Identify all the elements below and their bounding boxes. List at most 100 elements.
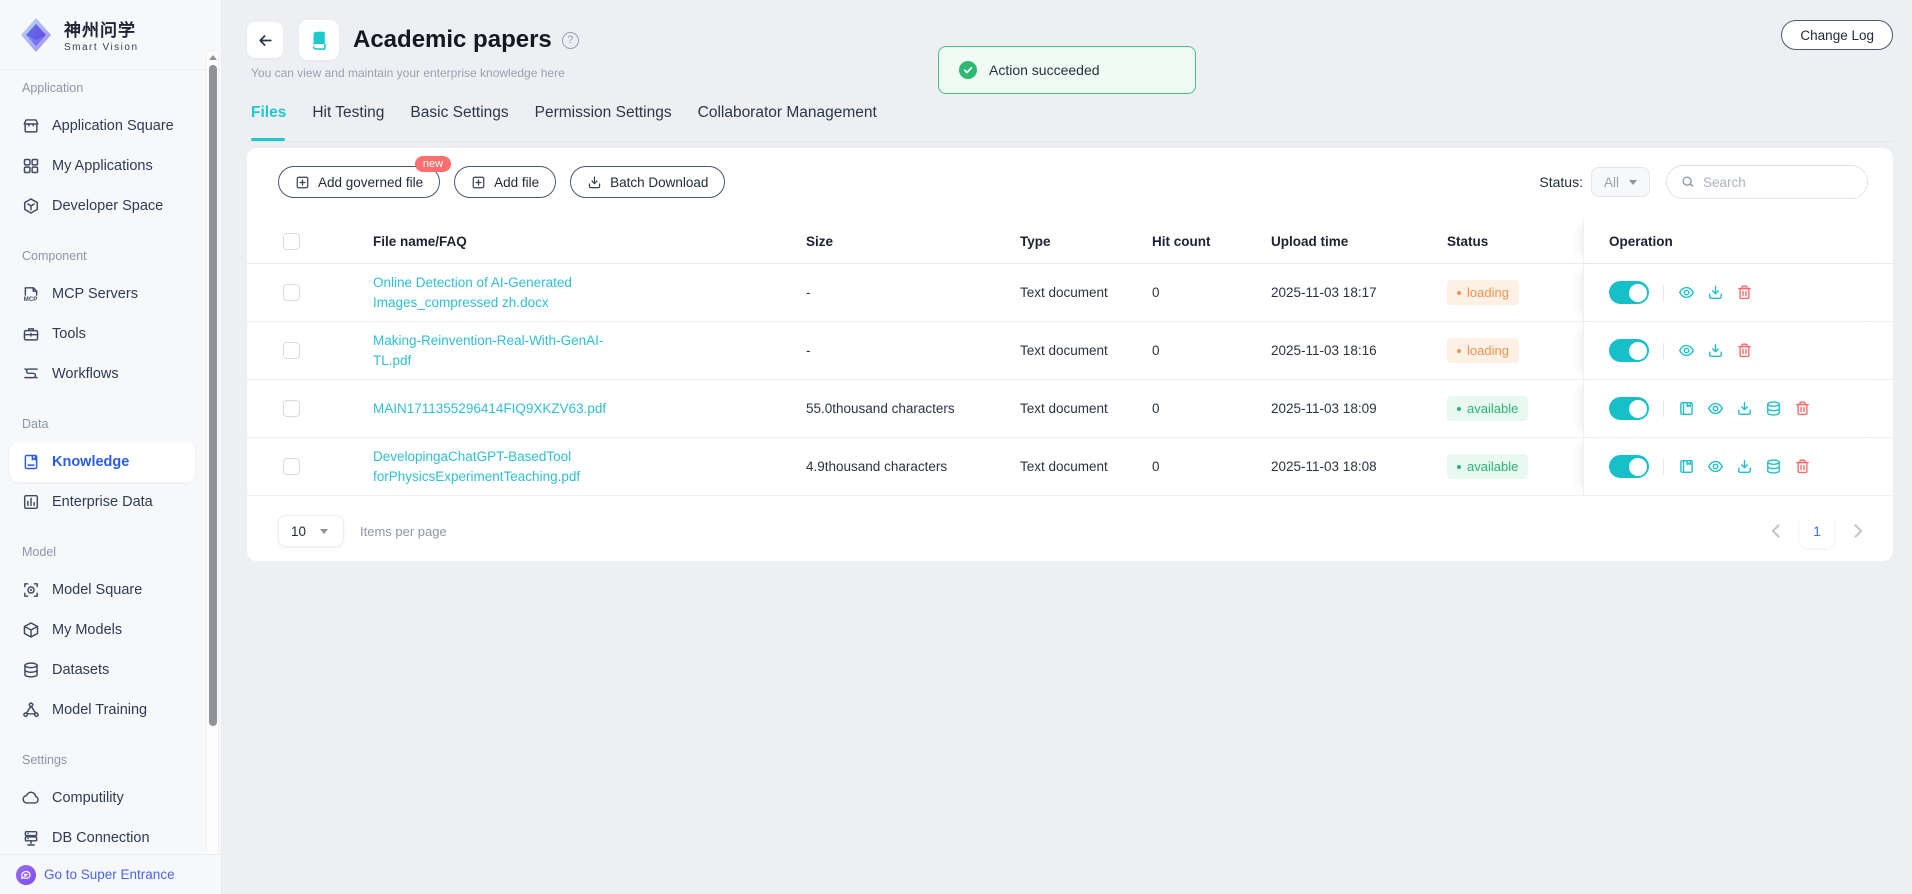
check-circle-icon [959, 61, 977, 79]
page-title: Academic papers [353, 26, 552, 54]
size-cell: 4.9thousand characters [806, 459, 1020, 474]
delete-icon[interactable] [1794, 400, 1811, 417]
sidebar-section: ModelModel SquareMy ModelsDatasetsModel … [0, 542, 205, 730]
plus-square-icon [295, 175, 310, 190]
book-icon[interactable] [1678, 458, 1695, 475]
add-file-button[interactable]: Add file [454, 166, 556, 198]
type-cell: Text document [1020, 285, 1152, 300]
change-log-button[interactable]: Change Log [1781, 20, 1893, 50]
view-icon[interactable] [1707, 458, 1724, 475]
type-cell: Text document [1020, 401, 1152, 416]
view-icon[interactable] [1707, 400, 1724, 417]
download-icon[interactable] [1736, 400, 1753, 417]
operation-cell [1583, 264, 1893, 321]
upload-time-cell: 2025-11-03 18:17 [1271, 285, 1447, 300]
sidebar-section-label: Settings [22, 750, 205, 770]
file-name-link[interactable]: MAIN1711355296414FIQ9XKZV63.pdf [373, 399, 606, 419]
sidebar-item-label: Computility [52, 790, 124, 806]
database-icon[interactable] [1765, 458, 1782, 475]
sidebar-item-workflows[interactable]: Workflows [0, 354, 205, 394]
sidebar-item-label: Enterprise Data [52, 494, 153, 510]
row-checkbox[interactable] [283, 400, 300, 417]
row-checkbox[interactable] [283, 458, 300, 475]
enable-toggle[interactable] [1609, 281, 1649, 304]
enable-toggle[interactable] [1609, 397, 1649, 420]
download-icon[interactable] [1736, 458, 1753, 475]
file-name-link[interactable]: DevelopingaChatGPT-BasedTool forPhysicsE… [373, 447, 608, 486]
search-input[interactable] [1703, 175, 1853, 190]
delete-icon[interactable] [1736, 342, 1753, 359]
view-icon[interactable] [1678, 342, 1695, 359]
files-table: File name/FAQSizeTypeHit countUpload tim… [247, 219, 1893, 496]
delete-icon[interactable] [1794, 458, 1811, 475]
select-all-checkbox[interactable] [283, 233, 300, 250]
tab-hit-testing[interactable]: Hit Testing [312, 104, 384, 141]
scrollbar-thumb[interactable] [209, 65, 217, 726]
sidebar-item-knowledge[interactable]: Knowledge [10, 442, 195, 482]
delete-icon[interactable] [1736, 284, 1753, 301]
tab-collaborator-management[interactable]: Collaborator Management [698, 104, 877, 141]
toast-message: Action succeeded [989, 62, 1100, 78]
status-cell: available [1447, 454, 1583, 479]
sidebar-item-mcp-servers[interactable]: MCPMCP Servers [0, 274, 205, 314]
tab-permission-settings[interactable]: Permission Settings [535, 104, 672, 141]
sidebar-section: ComponentMCPMCP ServersToolsWorkflows [0, 246, 205, 394]
add-governed-file-button[interactable]: Add governed filenew [278, 166, 440, 198]
status-filter-select[interactable]: All [1591, 167, 1650, 197]
sidebar-section-label: Application [22, 78, 205, 98]
help-icon[interactable]: ? [562, 32, 579, 49]
row-checkbox[interactable] [283, 342, 300, 359]
scroll-up-arrow-icon[interactable] [209, 55, 217, 60]
file-name-cell: MAIN1711355296414FIQ9XKZV63.pdf [373, 399, 806, 419]
super-entrance-icon [16, 865, 36, 885]
file-name-link[interactable]: Online Detection of AI-Generated Images_… [373, 273, 608, 312]
type-cell: Text document [1020, 343, 1152, 358]
status-badge: available [1447, 396, 1528, 421]
prev-page-button[interactable] [1766, 521, 1786, 541]
download-icon[interactable] [1707, 342, 1724, 359]
sidebar-item-my-models[interactable]: My Models [0, 610, 205, 650]
status-cell: loading [1447, 280, 1583, 305]
back-button[interactable] [247, 22, 283, 58]
enable-toggle[interactable] [1609, 339, 1649, 362]
tab-bar: Files Hit Testing Basic Settings Permission… [247, 104, 1893, 142]
book-icon[interactable] [1678, 400, 1695, 417]
current-page-button[interactable]: 1 [1800, 514, 1834, 548]
sidebar-section-label: Data [22, 414, 205, 434]
operation-divider [1663, 401, 1664, 417]
view-icon[interactable] [1678, 284, 1695, 301]
sidebar-item-tools[interactable]: Tools [0, 314, 205, 354]
sidebar-item-computility[interactable]: Computility [0, 778, 205, 818]
enable-toggle[interactable] [1609, 455, 1649, 478]
status-badge: loading [1447, 338, 1519, 363]
table-row: Online Detection of AI-Generated Images_… [247, 264, 1893, 322]
column-header-file-name-faq: File name/FAQ [373, 234, 806, 249]
column-header-label: Type [1020, 234, 1051, 249]
type-cell: Text document [1020, 459, 1152, 474]
sidebar-item-enterprise-data[interactable]: Enterprise Data [0, 482, 205, 522]
arrow-left-icon [257, 32, 274, 49]
sidebar-item-application-square[interactable]: Application Square [0, 106, 205, 146]
page-size-select[interactable]: 10 [278, 515, 344, 547]
file-name-link[interactable]: Making-Reinvention-Real-With-GenAI-TL.pd… [373, 331, 608, 370]
sidebar-item-db-connection[interactable]: DB Connection [0, 818, 205, 854]
batch-download-button[interactable]: Batch Download [570, 166, 725, 198]
sidebar-scrollbar[interactable] [206, 50, 219, 868]
tab-files[interactable]: Files [251, 104, 286, 141]
sidebar-item-label: Application Square [52, 118, 174, 134]
sidebar-item-my-applications[interactable]: My Applications [0, 146, 205, 186]
download-icon[interactable] [1707, 284, 1724, 301]
main-content: Action succeeded Academic papers ? Chang… [222, 0, 1912, 894]
database-icon[interactable] [1765, 400, 1782, 417]
row-checkbox[interactable] [283, 284, 300, 301]
operation-divider [1663, 285, 1664, 301]
sidebar-footer[interactable]: Go to Super Entrance [0, 854, 221, 894]
super-entrance-label[interactable]: Go to Super Entrance [44, 867, 175, 882]
sidebar-item-model-training[interactable]: Model Training [0, 690, 205, 730]
sidebar-item-developer-space[interactable]: Developer Space [0, 186, 205, 226]
tab-basic-settings[interactable]: Basic Settings [410, 104, 508, 141]
status-dot-icon [1457, 407, 1461, 411]
next-page-button[interactable] [1848, 521, 1868, 541]
sidebar-item-datasets[interactable]: Datasets [0, 650, 205, 690]
sidebar-item-model-square[interactable]: Model Square [0, 570, 205, 610]
